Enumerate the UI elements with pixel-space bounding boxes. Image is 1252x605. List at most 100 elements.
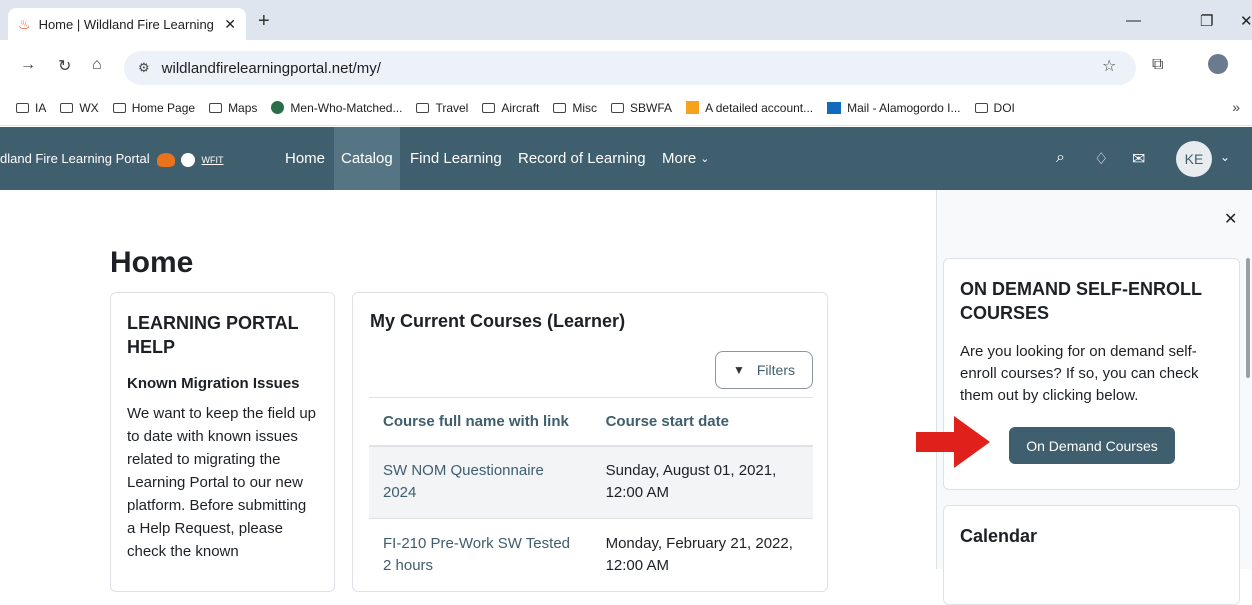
bookmark-item[interactable]: WX: [60, 100, 99, 115]
bookmark-label: Men-Who-Matched...: [290, 100, 403, 115]
user-menu-chevron-icon[interactable]: ⌄: [1220, 150, 1230, 164]
site-icon: [686, 101, 700, 114]
bookmark-item[interactable]: IA: [16, 101, 46, 115]
bookmark-label: Maps: [228, 100, 258, 115]
site-brand[interactable]: dland Fire Learning Portal WFIT: [0, 151, 223, 167]
bookmark-item[interactable]: Mail - Alamogordo I...: [827, 100, 961, 115]
bookmark-label: A detailed account...: [705, 100, 814, 115]
course-link[interactable]: SW NOM Questionnaire 2024: [369, 445, 592, 519]
close-drawer-icon[interactable]: ✕: [1224, 209, 1237, 229]
nav-more-label: More: [662, 150, 697, 167]
search-icon[interactable]: ⌕: [1056, 149, 1065, 167]
bookmark-label: SBWFA: [630, 100, 673, 115]
bookmark-label: Home Page: [131, 100, 196, 115]
bookmark-item[interactable]: DOI: [974, 100, 1015, 115]
red-arrow-annotation: [916, 416, 990, 468]
help-subheading: Known Migration Issues: [127, 375, 300, 392]
courses-table: Course full name with link Course start …: [369, 397, 813, 592]
folder-icon: [416, 102, 430, 113]
flame-icon: ♨: [18, 15, 31, 32]
calendar-block: Calendar: [943, 505, 1240, 605]
restore-icon[interactable]: ❐: [1200, 12, 1213, 30]
on-demand-body: Are you looking for on demand self-enrol…: [960, 343, 1199, 404]
browser-tab[interactable]: ♨ Home | Wildland Fire Learning I ✕: [8, 8, 246, 40]
nav-find-learning[interactable]: Find Learning: [403, 127, 509, 190]
bookmark-label: Mail - Alamogordo I...: [847, 100, 961, 115]
site-info-icon[interactable]: ⚙: [138, 60, 150, 76]
bookmark-item[interactable]: Travel: [416, 101, 468, 115]
bookmark-item[interactable]: SBWFA: [611, 101, 672, 115]
nav-home[interactable]: Home: [278, 127, 332, 190]
nav-catalog[interactable]: Catalog: [334, 127, 400, 190]
extensions-icon[interactable]: ⧉: [1152, 56, 1163, 74]
bookmark-label: Aircraft: [501, 100, 540, 115]
minimize-icon[interactable]: —: [1126, 12, 1141, 29]
courses-heading: My Current Courses (Learner): [370, 311, 626, 331]
bookmark-item[interactable]: Misc: [553, 101, 597, 115]
bookmark-label: DOI: [993, 100, 1015, 115]
nav-record-of-learning[interactable]: Record of Learning: [511, 127, 653, 190]
agency-logo-icon: [180, 152, 195, 167]
folder-icon: [60, 102, 74, 113]
close-window-icon[interactable]: ✕: [1240, 12, 1252, 30]
bookmark-star-icon[interactable]: ☆: [1102, 56, 1116, 76]
bookmark-label: IA: [35, 100, 47, 115]
table-row: SW NOM Questionnaire 2024 Sunday, August…: [369, 445, 813, 519]
site-icon: [271, 101, 285, 114]
my-current-courses-block: My Current Courses (Learner) ▼ Filters C…: [352, 292, 828, 592]
new-tab-icon[interactable]: +: [258, 10, 270, 33]
course-link[interactable]: FI-210 Pre-Work SW Tested 2 hours: [369, 518, 592, 592]
filters-button[interactable]: ▼ Filters: [715, 351, 813, 389]
bookmarks-bar: IA WX Home Page Maps Men-Who-Matched... Trave…: [0, 90, 1252, 126]
url-text: wildlandfirelearningportal.net/my/: [161, 59, 381, 77]
close-tab-icon[interactable]: ✕: [224, 16, 236, 33]
chevron-down-icon: ⌄: [700, 153, 710, 165]
folder-icon: [553, 102, 567, 113]
help-body: We want to keep the field up to date wit…: [127, 405, 317, 560]
folder-icon: [974, 102, 988, 113]
column-header-start-date[interactable]: Course start date: [591, 397, 813, 447]
home-icon[interactable]: ⌂: [92, 56, 102, 74]
bookmark-item[interactable]: Men-Who-Matched...: [271, 101, 402, 115]
bookmark-label: Misc: [572, 100, 598, 115]
site-navbar: dland Fire Learning Portal WFIT Home Cat…: [0, 127, 1252, 190]
bookmark-item[interactable]: Maps: [209, 101, 257, 115]
fire-logo-icon: [157, 152, 176, 167]
bookmark-label: Travel: [435, 100, 469, 115]
filters-label: Filters: [756, 362, 795, 378]
nav-more[interactable]: More ⌄: [655, 127, 716, 190]
folder-icon: [209, 102, 223, 113]
drawer-scrollbar[interactable]: [1246, 258, 1250, 378]
learning-portal-help-block: LEARNING PORTAL HELP Known Migration Iss…: [110, 292, 335, 592]
forward-icon[interactable]: →: [20, 56, 36, 74]
help-heading: LEARNING PORTAL HELP: [127, 313, 299, 357]
browser-tab-strip: ♨ Home | Wildland Fire Learning I ✕ + — …: [0, 0, 1252, 40]
bookmark-item[interactable]: Aircraft: [482, 101, 539, 115]
profile-icon[interactable]: [1208, 54, 1228, 74]
filter-icon: ▼: [732, 363, 745, 377]
bookmark-item[interactable]: A detailed account...: [686, 101, 813, 115]
on-demand-courses-button[interactable]: On Demand Courses: [1009, 427, 1175, 464]
folder-icon: [611, 102, 625, 113]
page-title: Home: [110, 246, 194, 279]
messages-icon[interactable]: ✉: [1132, 149, 1145, 169]
bookmark-label: WX: [79, 100, 99, 115]
notifications-icon[interactable]: ♢: [1094, 149, 1108, 169]
bookmarks-overflow-icon[interactable]: »: [1232, 99, 1240, 115]
calendar-heading: Calendar: [960, 526, 1038, 546]
avatar[interactable]: KE: [1176, 141, 1212, 177]
bookmark-item[interactable]: Home Page: [112, 100, 196, 115]
on-demand-heading: ON DEMAND SELF-ENROLL COURSES: [960, 279, 1202, 323]
reload-icon[interactable]: ↻: [58, 56, 71, 76]
mail-icon: [827, 101, 842, 114]
folder-icon: [482, 102, 496, 113]
folder-icon: [112, 102, 126, 113]
table-row: FI-210 Pre-Work SW Tested 2 hours Monday…: [369, 518, 813, 592]
tab-title: Home | Wildland Fire Learning I: [38, 16, 219, 32]
course-start-date: Monday, February 21, 2022, 12:00 AM: [591, 518, 813, 592]
wfit-logo: WFIT: [201, 155, 224, 165]
course-start-date: Sunday, August 01, 2021, 12:00 AM: [591, 445, 813, 519]
folder-icon: [16, 102, 29, 113]
column-header-course-name[interactable]: Course full name with link: [369, 397, 592, 447]
address-bar[interactable]: ⚙ wildlandfirelearningportal.net/my/: [124, 51, 1136, 85]
